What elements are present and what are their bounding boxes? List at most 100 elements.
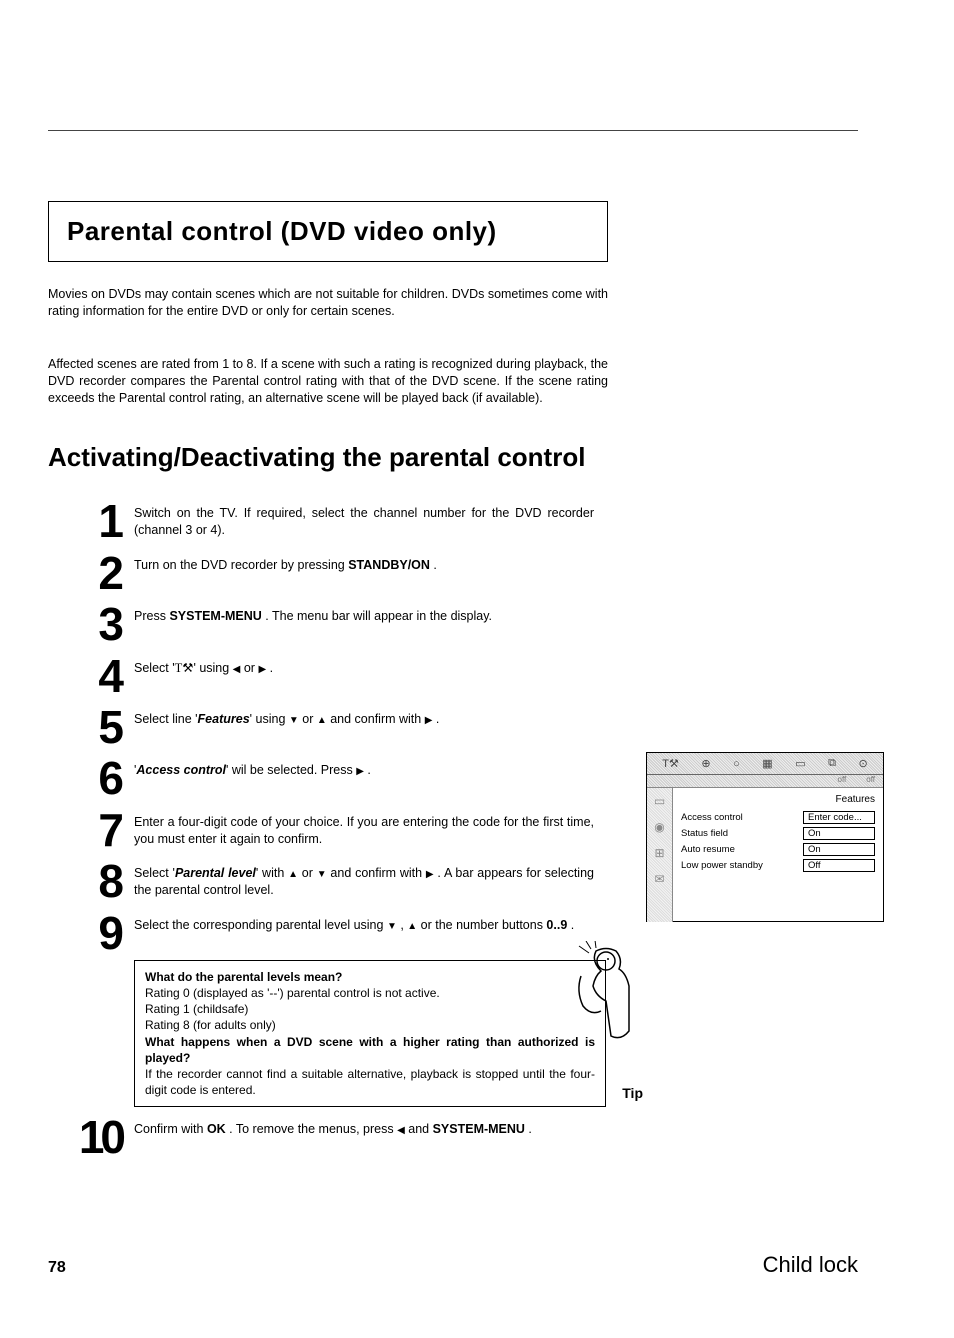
osd-side-icon: ◉ xyxy=(654,820,664,834)
osd-row: Status field On xyxy=(681,827,875,840)
text: ' with xyxy=(256,866,288,880)
page-divider xyxy=(48,130,858,131)
text: and confirm with xyxy=(327,712,425,726)
footer-section-title: Child lock xyxy=(763,1252,858,1278)
text: . xyxy=(364,763,371,777)
page-footer: 78 Child lock xyxy=(48,1252,858,1278)
osd-row: Low power standby Off xyxy=(681,859,875,872)
osd-icon: ⊙ xyxy=(858,757,867,770)
step-text: Select line 'Features' using ▼ or ▲ and … xyxy=(122,703,594,728)
step-number: 7 xyxy=(48,806,122,851)
step-number: 1 xyxy=(48,497,122,542)
button-label: SYSTEM-MENU xyxy=(433,1122,525,1136)
text: Turn on the DVD recorder by pressing xyxy=(134,558,348,572)
tip-question-2: What happens when a DVD scene with a hig… xyxy=(145,1034,595,1066)
osd-sidebar: ▭ ◉ ⊞ ✉ xyxy=(647,788,673,922)
osd-row-label: Auto resume xyxy=(681,844,735,855)
step-text: Turn on the DVD recorder by pressing STA… xyxy=(122,549,594,574)
text: or xyxy=(299,712,317,726)
tip-answer-1c: Rating 8 (for adults only) xyxy=(145,1017,595,1033)
step-3: 3 Press SYSTEM-MENU . The menu bar will … xyxy=(48,600,858,645)
step-number: 3 xyxy=(48,600,122,645)
step-text: Select 'Parental level' with ▲ or ▼ and … xyxy=(122,857,594,899)
step-text: Confirm with OK . To remove the menus, p… xyxy=(122,1113,594,1138)
osd-icon: ▭ xyxy=(795,757,805,770)
text: . xyxy=(266,661,273,675)
right-arrow-icon: ▶ xyxy=(356,765,364,779)
text: . xyxy=(525,1122,532,1136)
right-arrow-icon: ▶ xyxy=(426,868,434,882)
tip-answer-1b: Rating 1 (childsafe) xyxy=(145,1001,595,1017)
step-number: 9 xyxy=(48,909,122,954)
osd-sub-label: off xyxy=(866,775,875,787)
button-label: OK xyxy=(207,1122,226,1136)
step-number: 2 xyxy=(48,549,122,594)
step-number: 6 xyxy=(48,754,122,799)
osd-main: Features Access control Enter code... St… xyxy=(673,788,883,922)
tip-answer-1a: Rating 0 (displayed as '--') parental co… xyxy=(145,985,595,1001)
step-number: 8 xyxy=(48,857,122,902)
menu-item: Features xyxy=(198,712,250,726)
osd-icon: ⧉ xyxy=(828,757,836,770)
title-box: Parental control (DVD video only) xyxy=(48,201,608,262)
osd-side-icon: ▭ xyxy=(654,794,665,808)
text: or xyxy=(240,661,258,675)
text: Confirm with xyxy=(134,1122,207,1136)
wrench-icon: T⚒ xyxy=(175,661,194,675)
text: Select ' xyxy=(134,661,175,675)
osd-body: ▭ ◉ ⊞ ✉ Features Access control Enter co… xyxy=(647,788,883,922)
osd-panel-title: Features xyxy=(681,794,875,805)
up-arrow-icon: ▲ xyxy=(407,920,417,934)
osd-row-value: On xyxy=(803,843,875,856)
text: Select line ' xyxy=(134,712,198,726)
step-text: Select the corresponding parental level … xyxy=(122,909,594,934)
text: or the number buttons xyxy=(417,918,546,932)
osd-row-value: On xyxy=(803,827,875,840)
step-text: Select 'T⚒' using ◀ or ▶ . xyxy=(122,652,594,677)
tip-label: Tip xyxy=(622,1084,643,1103)
text: Press xyxy=(134,609,169,623)
step-text: 'Access control' wil be selected. Press … xyxy=(122,754,594,779)
step-4: 4 Select 'T⚒' using ◀ or ▶ . xyxy=(48,652,858,697)
down-arrow-icon: ▼ xyxy=(317,868,327,882)
step-5: 5 Select line 'Features' using ▼ or ▲ an… xyxy=(48,703,858,748)
step-text: Switch on the TV. If required, select th… xyxy=(122,497,594,539)
osd-subbar: off off xyxy=(647,775,883,788)
right-arrow-icon: ▶ xyxy=(258,663,266,677)
osd-icon: ▦ xyxy=(762,757,772,770)
tip-question-1: What do the parental levels mean? xyxy=(145,969,595,985)
tip-box: What do the parental levels mean? Rating… xyxy=(134,960,606,1108)
osd-side-icon: ⊞ xyxy=(654,846,664,860)
text: ' using xyxy=(193,661,232,675)
up-arrow-icon: ▲ xyxy=(288,868,298,882)
text: ' using xyxy=(250,712,289,726)
osd-row: Access control Enter code... xyxy=(681,811,875,824)
osd-row-label: Status field xyxy=(681,828,728,839)
page-number: 78 xyxy=(48,1259,66,1277)
osd-icon: T⚒ xyxy=(662,757,679,770)
tip-answer-2: If the recorder cannot find a suitable a… xyxy=(145,1066,595,1098)
osd-row-label: Low power standby xyxy=(681,860,763,871)
osd-icon: ○ xyxy=(733,758,740,770)
menu-item: Access control xyxy=(136,763,226,777)
text: and xyxy=(405,1122,433,1136)
text: Select ' xyxy=(134,866,175,880)
button-label: 0..9 xyxy=(546,918,567,932)
step-number: 5 xyxy=(48,703,122,748)
osd-topbar: T⚒ ⊕ ○ ▦ ▭ ⧉ ⊙ xyxy=(647,753,883,775)
button-label: STANDBY/ON xyxy=(348,558,430,572)
step-number: 4 xyxy=(48,652,122,697)
osd-sub-label: off xyxy=(838,775,847,787)
text: . xyxy=(567,918,574,932)
osd-side-icon: ✉ xyxy=(654,872,664,886)
tip-person-icon xyxy=(571,941,651,1061)
text: . The menu bar will appear in the displa… xyxy=(262,609,492,623)
text: Select the corresponding parental level … xyxy=(134,918,387,932)
step-number: 10 xyxy=(48,1113,122,1158)
up-arrow-icon: ▲ xyxy=(317,714,327,728)
osd-row-label: Access control xyxy=(681,812,743,823)
page-title: Parental control (DVD video only) xyxy=(67,216,589,247)
osd-screenshot: T⚒ ⊕ ○ ▦ ▭ ⧉ ⊙ off off ▭ ◉ ⊞ ✉ Features … xyxy=(646,752,884,922)
osd-row-value: Off xyxy=(803,859,875,872)
text: ' wil be selected. Press xyxy=(226,763,356,777)
